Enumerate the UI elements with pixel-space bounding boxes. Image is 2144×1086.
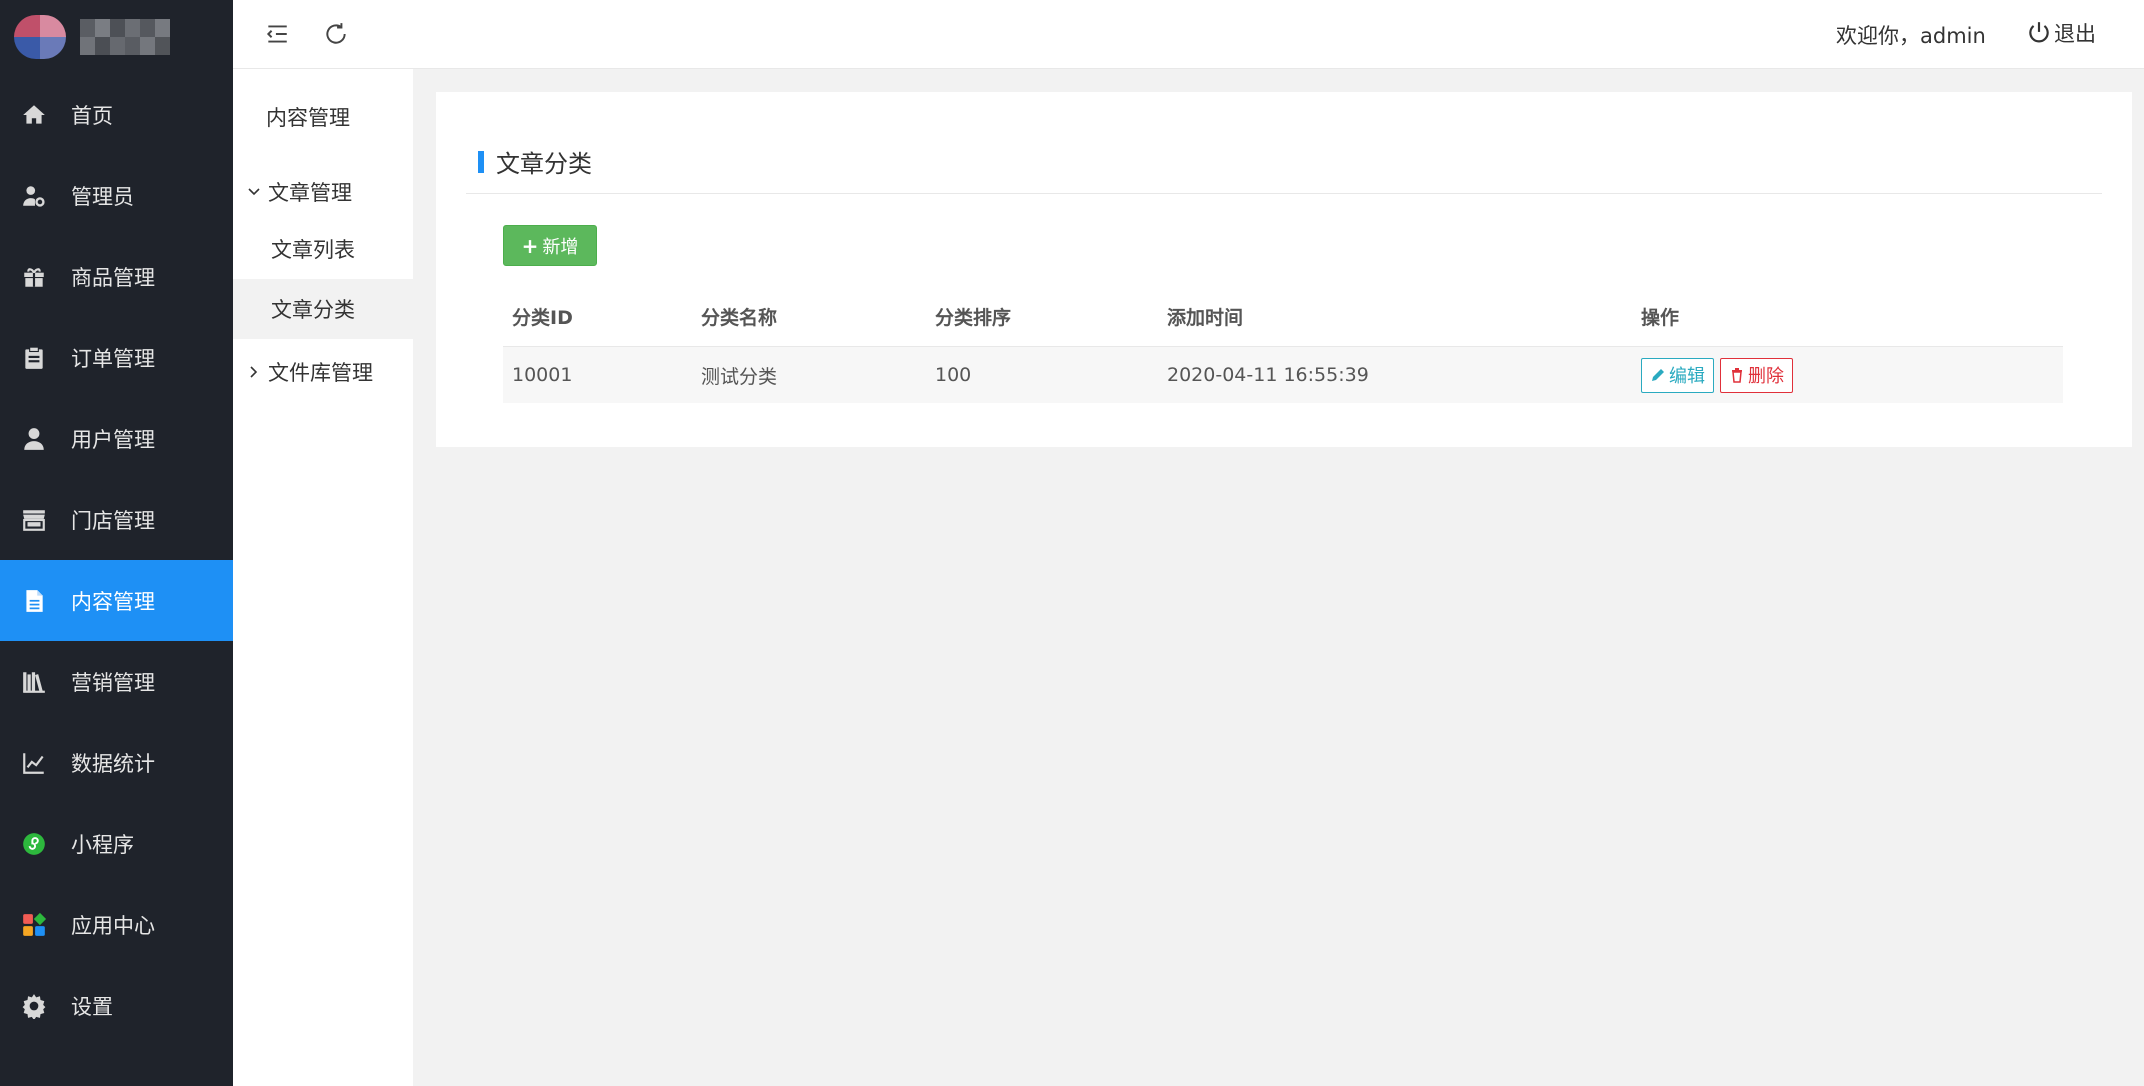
category-table: 分类ID 分类名称 分类排序 添加时间 操作 10001 测试分类 100 20… (503, 287, 2063, 403)
submenu-group-file-library[interactable]: 文件库管理 (246, 357, 373, 387)
gift-icon (19, 262, 49, 292)
sidebar-item-goods[interactable]: 商品管理 (0, 236, 233, 317)
sidebar-item-home[interactable]: 首页 (0, 74, 233, 155)
top-header: 欢迎你，admin 退出 (233, 0, 2144, 69)
cell-actions: 编辑 删除 (1641, 347, 1799, 403)
clipboard-icon (19, 343, 49, 373)
sidebar-item-label: 管理员 (71, 184, 134, 209)
welcome-text: 欢迎你，admin (1836, 24, 1986, 48)
divider (466, 193, 2102, 194)
page-title-text: 文章分类 (496, 150, 592, 178)
plus-icon: + (521, 233, 539, 258)
logo-text-blurred (80, 19, 170, 55)
logout-button[interactable]: 退出 (2026, 18, 2096, 48)
col-header-actions: 操作 (1641, 307, 1680, 329)
power-icon (2029, 22, 2049, 43)
gear-icon (19, 991, 49, 1021)
sidebar-item-label: 营销管理 (71, 670, 155, 695)
submenu-item-article-list[interactable]: 文章列表 (233, 219, 413, 279)
document-icon (19, 586, 49, 616)
submenu-item-label: 文章列表 (271, 238, 355, 262)
submenu-group-label: 文章管理 (268, 181, 352, 205)
title-accent-bar (478, 150, 484, 173)
sidebar-item-label: 内容管理 (71, 589, 155, 614)
sidebar: 首页 管理员 商品管理 订单管理 用户管理 门店管理 内容管理 营销管理 数据统… (0, 0, 233, 1086)
sidebar-item-label: 订单管理 (71, 346, 155, 371)
sidebar-item-miniprogram[interactable]: 小程序 (0, 803, 233, 884)
submenu-item-label: 文章分类 (271, 298, 355, 322)
miniprogram-icon (19, 829, 49, 859)
sidebar-item-marketing[interactable]: 营销管理 (0, 641, 233, 722)
sidebar-item-apps[interactable]: 应用中心 (0, 884, 233, 965)
admin-user-gear-icon (19, 181, 49, 211)
sidebar-item-label: 数据统计 (71, 751, 155, 776)
sidebar-item-label: 设置 (71, 994, 113, 1019)
user-icon (19, 424, 49, 454)
edit-label: 编辑 (1669, 366, 1705, 387)
sidebar-item-users[interactable]: 用户管理 (0, 398, 233, 479)
refresh-icon (326, 23, 346, 44)
logout-label: 退出 (2054, 22, 2096, 46)
col-header-sort: 分类排序 (935, 307, 1012, 329)
table-row: 10001 测试分类 100 2020-04-11 16:55:39 编辑 删除 (503, 347, 2063, 403)
pencil-icon (1652, 369, 1664, 381)
submenu-group-articles[interactable]: 文章管理 (246, 177, 352, 207)
chevron-right-icon (250, 366, 258, 378)
logo (0, 0, 233, 74)
sidebar-item-label: 门店管理 (71, 508, 155, 533)
sidebar-item-stats[interactable]: 数据统计 (0, 722, 233, 803)
apps-icon (19, 910, 49, 940)
sidebar-item-settings[interactable]: 设置 (0, 965, 233, 1046)
col-header-id: 分类ID (512, 307, 573, 329)
sidebar-nav: 首页 管理员 商品管理 订单管理 用户管理 门店管理 内容管理 营销管理 数据统… (0, 74, 233, 1046)
delete-button[interactable]: 删除 (1720, 357, 1793, 393)
cell-sort: 100 (935, 364, 972, 386)
home-icon (19, 100, 49, 130)
cell-time: 2020-04-11 16:55:39 (1167, 364, 1369, 386)
logo-mark (14, 15, 66, 59)
collapse-menu-button[interactable] (259, 16, 295, 52)
edit-button[interactable]: 编辑 (1641, 357, 1714, 393)
add-button-label: 新增 (542, 236, 579, 258)
table-header: 分类ID 分类名称 分类排序 添加时间 操作 (503, 287, 2063, 347)
collapse-menu-icon (266, 25, 287, 43)
line-chart-icon (19, 748, 49, 778)
cell-id: 10001 (512, 364, 573, 386)
add-button[interactable]: + 新增 (503, 225, 597, 266)
refresh-button[interactable] (318, 16, 354, 52)
cell-name: 测试分类 (701, 365, 778, 388)
sidebar-item-label: 商品管理 (71, 265, 155, 290)
delete-label: 删除 (1748, 366, 1784, 387)
content-card: 文章分类 + 新增 分类ID 分类名称 分类排序 添加时间 操作 10001 测… (436, 92, 2132, 447)
submenu-group-label: 文件库管理 (268, 361, 373, 385)
sidebar-item-label: 应用中心 (71, 913, 155, 938)
col-header-time: 添加时间 (1167, 307, 1244, 329)
secondary-menu: 内容管理 文章管理 文章列表 文章分类 文件库管理 (233, 69, 413, 1086)
sidebar-item-orders[interactable]: 订单管理 (0, 317, 233, 398)
chevron-down-icon (248, 188, 260, 196)
sidebar-item-admin[interactable]: 管理员 (0, 155, 233, 236)
submenu-item-article-category[interactable]: 文章分类 (233, 279, 413, 339)
sidebar-item-content[interactable]: 内容管理 (0, 560, 233, 641)
sidebar-item-label: 小程序 (71, 832, 134, 857)
sidebar-item-label: 首页 (71, 103, 113, 128)
col-header-name: 分类名称 (701, 307, 778, 329)
sidebar-item-label: 用户管理 (71, 427, 155, 452)
trash-icon (1732, 368, 1742, 383)
store-icon (19, 505, 49, 535)
page-title: 文章分类 (478, 144, 592, 179)
submenu-title: 内容管理 (266, 106, 350, 130)
books-icon (19, 667, 49, 697)
sidebar-item-stores[interactable]: 门店管理 (0, 479, 233, 560)
